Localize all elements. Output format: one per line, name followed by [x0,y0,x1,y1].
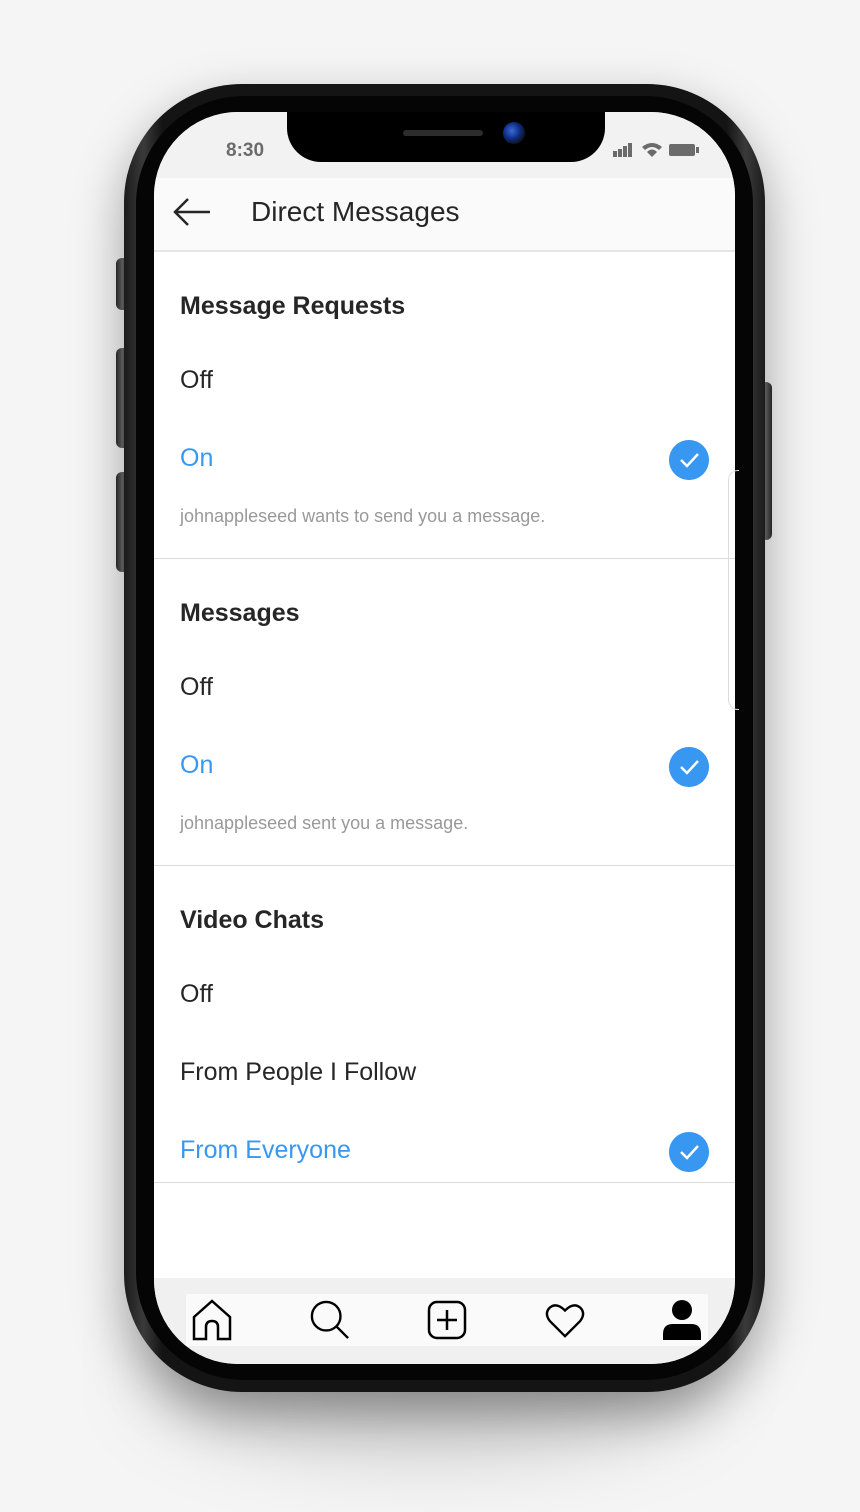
preview-hint: johnappleseed wants to send you a messag… [180,506,546,526]
option-label: From Everyone [180,1136,351,1164]
option-label: On [180,751,214,779]
option-label: Off [180,980,213,1008]
wifi-icon [642,143,662,157]
section-video-chats: Video Chats Off From People I Follow Fro… [154,866,735,1183]
tab-profile[interactable] [662,1300,702,1340]
option-video-chats-everyone[interactable]: From Everyone [154,1100,735,1178]
option-label: Off [180,673,213,701]
preview-hint: johnappleseed sent you a message. [180,813,469,833]
scroll-edge [728,470,739,710]
section-title: Messages [180,599,300,627]
speaker [403,130,483,136]
option-label: From People I Follow [180,1058,417,1086]
option-video-chats-following[interactable]: From People I Follow [154,1022,735,1100]
page-title: Direct Messages [251,196,460,227]
tab-home[interactable] [192,1299,232,1341]
tab-search[interactable] [310,1300,350,1340]
battery-icon [669,144,699,156]
option-messages-off[interactable]: Off [154,637,735,715]
plus-square-icon [427,1300,467,1340]
top-navigation: Direct Messages [154,178,735,252]
front-camera [503,122,525,144]
arrow-left-icon[interactable] [172,196,212,228]
option-label: Off [180,366,213,394]
checkmark-icon [669,747,709,787]
bottom-tab-bar [154,1278,735,1364]
section-title: Message Requests [180,292,406,320]
tab-bar-inner [186,1294,708,1346]
status-bar: 8:30 [154,112,735,178]
notch [287,112,605,162]
settings-list: Message Requests Off On johnappleseed wa… [154,252,735,1183]
status-icons [613,142,699,158]
option-video-chats-off[interactable]: Off [154,944,735,1022]
search-icon [310,1300,349,1339]
checkmark-icon [669,1132,709,1172]
tab-activity[interactable] [545,1300,585,1340]
checkmark-icon [669,440,709,480]
option-messages-on[interactable]: On [154,715,735,793]
signal-icon [613,143,632,157]
option-label: On [180,444,214,472]
option-message-requests-on[interactable]: On [154,408,735,486]
status-time: 8:30 [226,140,265,161]
heart-icon [545,1304,584,1338]
option-message-requests-off[interactable]: Off [154,330,735,408]
section-message-requests: Message Requests Off On johnappleseed wa… [154,252,735,559]
tab-new-post[interactable] [427,1300,467,1340]
user-icon [663,1300,701,1340]
section-messages: Messages Off On johnappleseed sent you a… [154,559,735,866]
section-title: Video Chats [180,906,325,934]
home-icon [192,1299,232,1341]
phone-screen: 8:30 Direct Messages Message Requests Of… [154,112,735,1364]
